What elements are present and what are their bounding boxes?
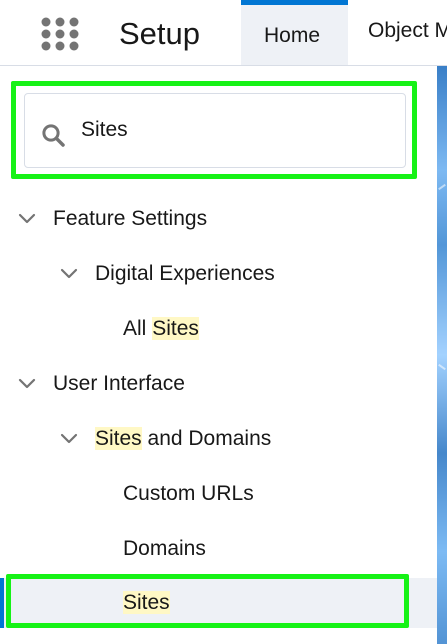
tree-item-sites-and-domains[interactable]: Sites and Domains xyxy=(0,415,437,463)
tree-item-custom-urls[interactable]: Custom URLs xyxy=(0,470,437,518)
tree-item-domains[interactable]: Domains xyxy=(0,525,437,573)
chevron-down-icon[interactable] xyxy=(60,264,78,282)
search-icon xyxy=(42,124,65,147)
search-match-highlight: Sites xyxy=(123,591,170,614)
app-launcher-button[interactable] xyxy=(38,14,82,54)
tree-item-label: Custom URLs xyxy=(123,482,254,505)
tree-item-label-suffix: and Domains xyxy=(141,427,272,450)
tree-item-label: Sites and Domains xyxy=(95,424,271,453)
tab-home-label: Home xyxy=(264,24,321,47)
tree-item-label: All Sites xyxy=(123,314,199,343)
top-navigation-bar: Setup Home Object M xyxy=(0,0,447,66)
setup-screen: Setup Home Object M Feature Settings xyxy=(0,0,447,644)
tree-item-label-prefix: All xyxy=(123,317,153,340)
tree-item-label: Domains xyxy=(123,537,206,560)
search-match-highlight: Sites xyxy=(152,317,199,340)
tab-home[interactable]: Home xyxy=(241,0,348,65)
chevron-down-icon[interactable] xyxy=(18,374,36,392)
setup-sidebar: Feature Settings Digital Experiences All… xyxy=(0,68,437,644)
tree-item-feature-settings[interactable]: Feature Settings xyxy=(0,195,437,243)
search-highlight-outline xyxy=(11,81,417,179)
tree-item-digital-experiences[interactable]: Digital Experiences xyxy=(0,250,437,298)
tree-item-user-interface[interactable]: User Interface xyxy=(0,360,437,408)
tab-object-manager-label: Object M xyxy=(368,19,447,42)
quick-find-input[interactable] xyxy=(81,113,381,147)
background-pattern xyxy=(437,66,447,644)
tree-item-label: Sites xyxy=(123,588,170,617)
tree-item-label: User Interface xyxy=(53,372,185,395)
tab-object-manager[interactable]: Object M xyxy=(368,18,447,48)
tree-item-all-sites[interactable]: All Sites xyxy=(0,305,437,353)
selected-indicator xyxy=(0,578,4,628)
tree-item-sites[interactable]: Sites xyxy=(0,578,437,628)
search-match-highlight: Sites xyxy=(95,427,142,450)
app-title: Setup xyxy=(119,16,201,51)
quick-find-search-box[interactable] xyxy=(24,93,406,168)
grid-icon xyxy=(41,17,79,51)
chevron-down-icon[interactable] xyxy=(60,429,78,447)
tree-item-label: Feature Settings xyxy=(53,207,208,230)
top-navigation-divider xyxy=(0,65,447,66)
chevron-down-icon[interactable] xyxy=(18,209,36,227)
sidebar-bottom-spacing xyxy=(0,634,437,644)
tree-item-label: Digital Experiences xyxy=(95,262,275,285)
